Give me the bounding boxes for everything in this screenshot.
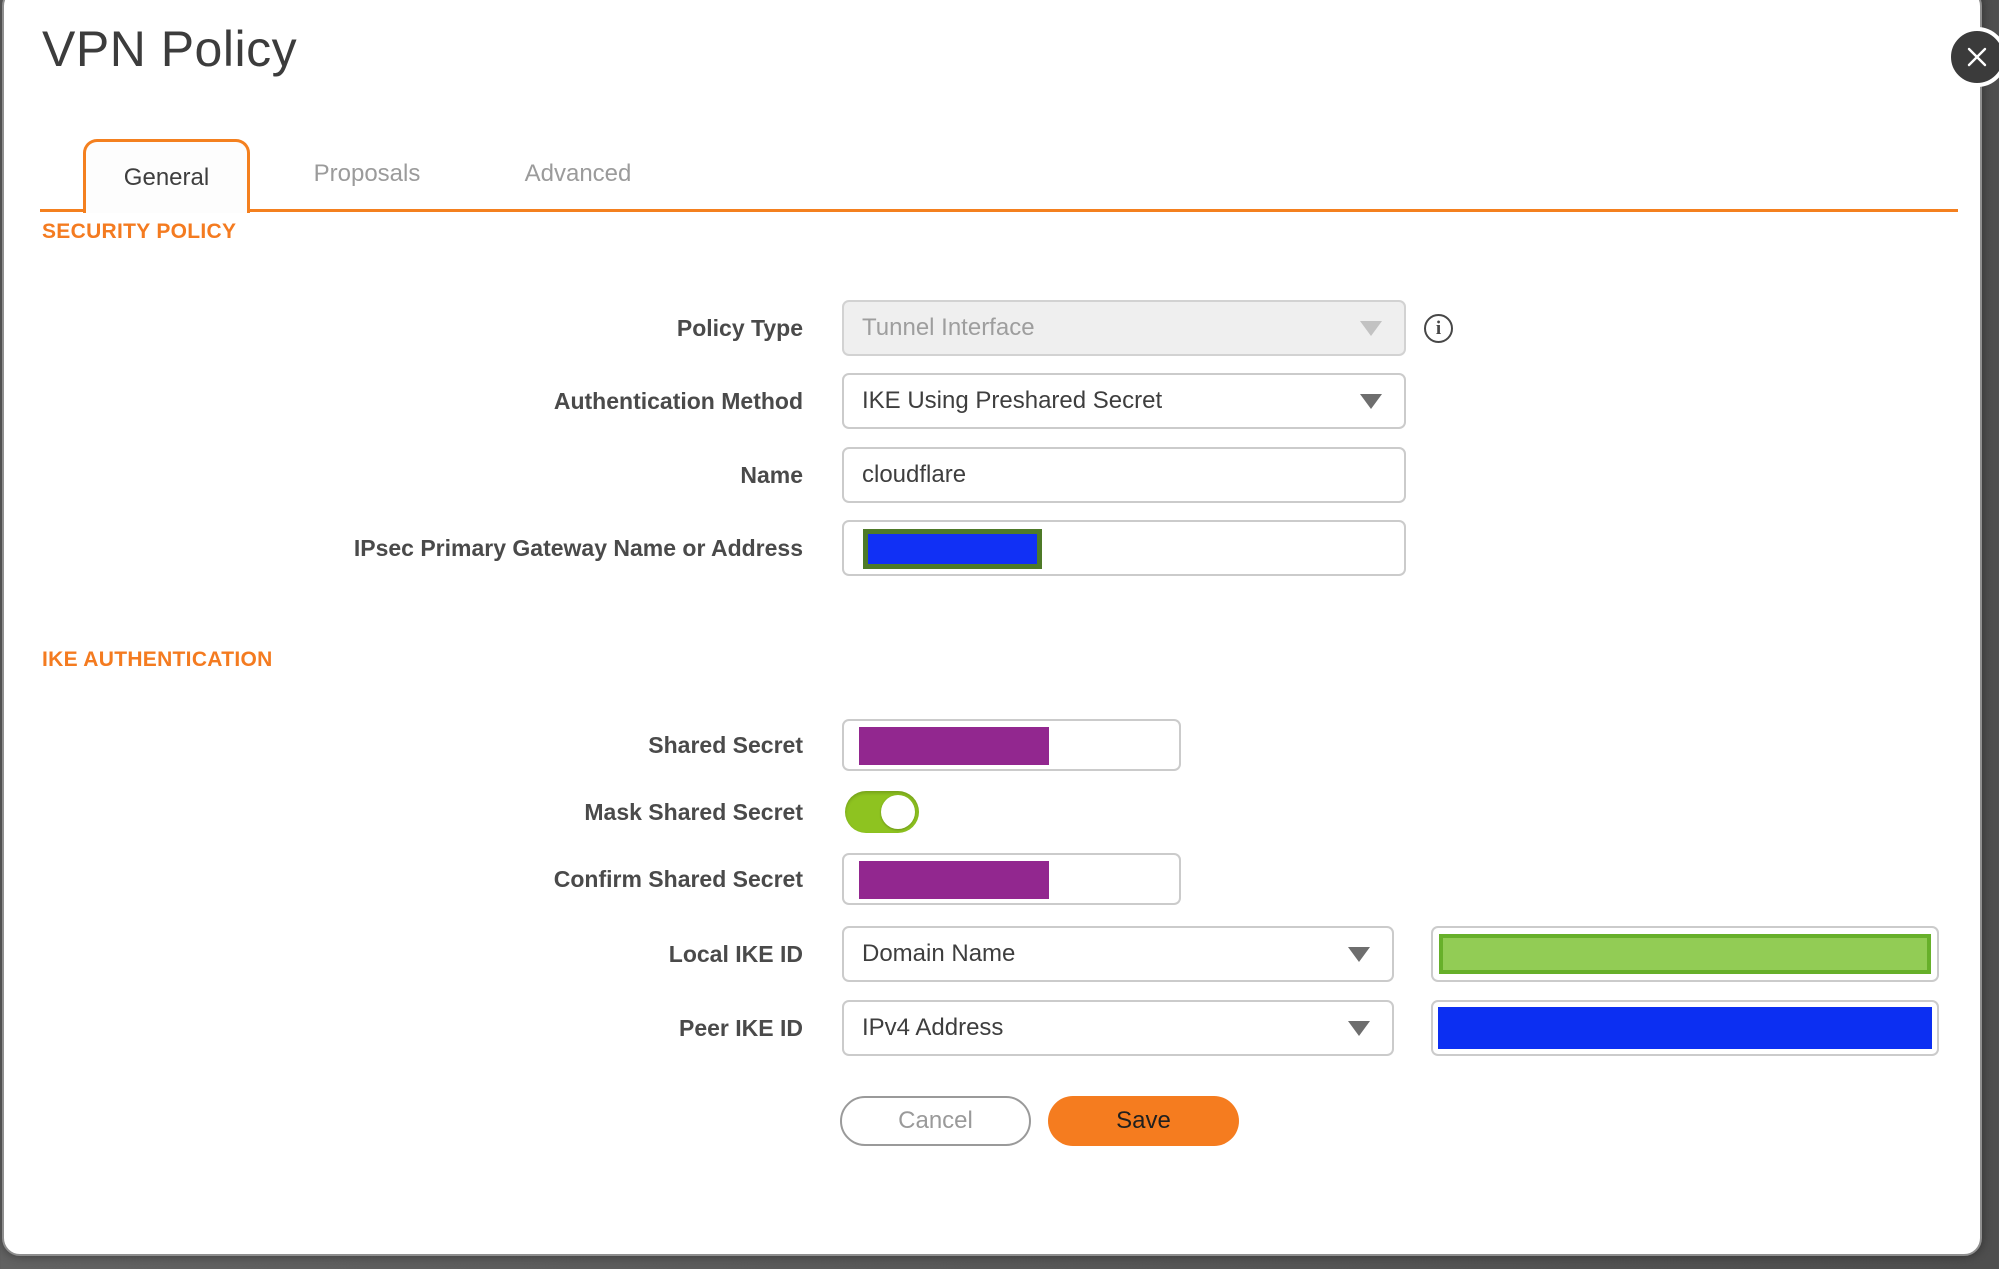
cancel-button[interactable]: Cancel: [840, 1096, 1031, 1146]
local-ike-id-label: Local IKE ID: [668, 941, 803, 967]
peer-ike-id-label: Peer IKE ID: [679, 1015, 803, 1041]
toggle-knob: [881, 795, 915, 829]
save-button[interactable]: Save: [1048, 1096, 1239, 1146]
redacted-confirm-shared-secret-value: [859, 861, 1049, 899]
local-ike-id-value-input[interactable]: [1431, 926, 1939, 982]
policy-type-select[interactable]: Tunnel Interface: [842, 300, 1406, 356]
mask-shared-secret-label: Mask Shared Secret: [584, 799, 803, 825]
security-policy-heading: SECURITY POLICY: [42, 220, 237, 243]
confirm-shared-secret-label: Confirm Shared Secret: [553, 866, 803, 892]
chevron-down-icon: [1348, 1021, 1370, 1036]
chevron-down-icon: [1348, 947, 1370, 962]
redacted-gateway-value: [863, 529, 1042, 569]
gateway-input[interactable]: [842, 520, 1406, 576]
redacted-peer-ike-id-value: [1438, 1007, 1932, 1049]
tab-advanced-label: Advanced: [524, 160, 632, 187]
cancel-button-label: Cancel: [898, 1107, 973, 1134]
authentication-method-label: Authentication Method: [553, 388, 803, 414]
save-button-label: Save: [1116, 1107, 1171, 1134]
mask-shared-secret-toggle[interactable]: [845, 791, 919, 833]
tab-proposals-label: Proposals: [313, 160, 421, 187]
local-ike-id-type: Domain Name: [862, 940, 1016, 967]
policy-type-label: Policy Type: [676, 315, 803, 341]
policy-type-value: Tunnel Interface: [862, 314, 1035, 341]
peer-ike-id-value-input[interactable]: [1431, 1000, 1939, 1056]
shared-secret-label: Shared Secret: [648, 732, 803, 758]
info-icon[interactable]: i: [1424, 314, 1453, 343]
ike-authentication-heading: IKE AUTHENTICATION: [42, 648, 273, 671]
redacted-local-ike-id-value: [1439, 934, 1931, 974]
confirm-shared-secret-input[interactable]: [842, 853, 1181, 905]
tab-underline: [40, 209, 1958, 212]
tab-general[interactable]: General: [83, 139, 250, 213]
name-value: cloudflare: [862, 461, 967, 488]
name-label: Name: [740, 462, 803, 488]
authentication-method-select[interactable]: IKE Using Preshared Secret: [842, 373, 1406, 429]
peer-ike-id-select[interactable]: IPv4 Address: [842, 1000, 1394, 1056]
tab-proposals[interactable]: Proposals: [282, 139, 452, 209]
redacted-shared-secret-value: [859, 727, 1049, 765]
local-ike-id-select[interactable]: Domain Name: [842, 926, 1394, 982]
authentication-method-value: IKE Using Preshared Secret: [862, 387, 1163, 414]
close-icon: [1967, 47, 1987, 67]
chevron-down-icon: [1360, 394, 1382, 409]
shared-secret-input[interactable]: [842, 719, 1181, 771]
tab-advanced[interactable]: Advanced: [493, 139, 663, 209]
close-button[interactable]: [1947, 27, 1999, 87]
page-title: VPN Policy: [42, 21, 298, 77]
peer-ike-id-type: IPv4 Address: [862, 1014, 1004, 1041]
name-input[interactable]: cloudflare: [842, 447, 1406, 503]
chevron-down-icon: [1360, 321, 1382, 336]
tab-general-label: General: [123, 163, 210, 191]
gateway-label: IPsec Primary Gateway Name or Address: [353, 535, 803, 561]
